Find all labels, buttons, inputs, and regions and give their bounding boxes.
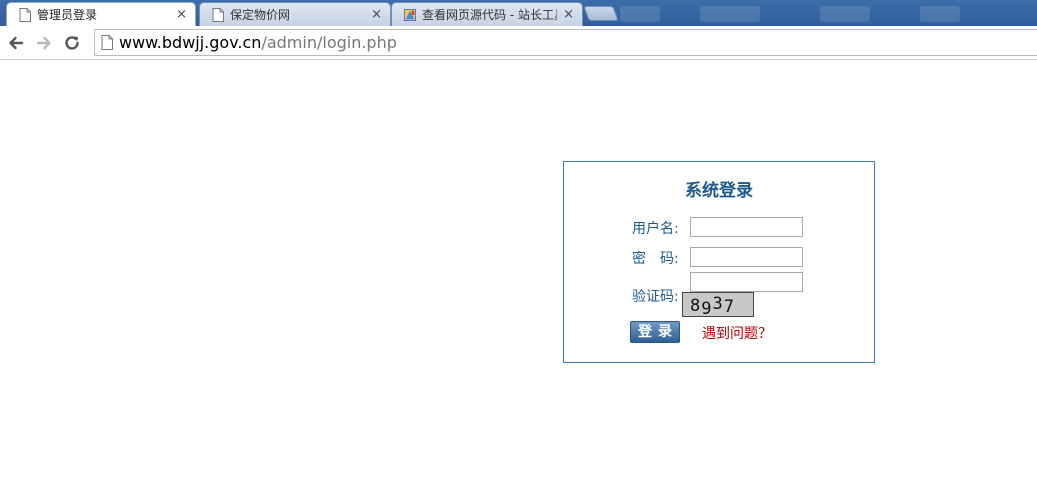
tab-title: 管理员登录 xyxy=(37,8,98,22)
tabstrip-background xyxy=(700,6,760,22)
site-favicon-icon xyxy=(404,8,416,21)
captcha-label: 验证码: xyxy=(632,289,679,305)
reload-button[interactable] xyxy=(58,29,86,57)
tab-title: 保定物价网 xyxy=(230,8,291,22)
close-tab-icon[interactable]: × xyxy=(371,8,382,21)
page-icon xyxy=(212,7,224,22)
url-host: www.bdwjj.gov.cn xyxy=(119,33,262,52)
tab-admin-login[interactable]: 管理员登录 × xyxy=(6,2,196,26)
address-bar[interactable]: www.bdwjj.gov.cn/admin/login.php xyxy=(94,29,1037,56)
page-info-icon xyxy=(101,35,113,50)
tab-price-site[interactable]: 保定物价网 × xyxy=(199,2,391,26)
captcha-char: 3 xyxy=(713,294,724,314)
forward-arrow-icon xyxy=(36,36,51,49)
captcha-char: 7 xyxy=(724,297,735,316)
captcha-char: 9 xyxy=(701,299,712,316)
captcha-text-image: 8937 xyxy=(690,294,735,319)
tabstrip-background xyxy=(620,6,660,22)
page-icon xyxy=(19,7,31,22)
captcha-char: 8 xyxy=(690,296,701,316)
forward-button[interactable] xyxy=(30,29,58,57)
svg-text:8937: 8937 xyxy=(690,294,735,316)
password-label: 密 码: xyxy=(632,251,679,267)
close-tab-icon[interactable]: × xyxy=(176,8,187,21)
login-button[interactable]: 登录 xyxy=(630,321,680,343)
tab-view-source[interactable]: 查看网页源代码 - 站长工具 × xyxy=(391,2,583,26)
new-tab-button[interactable] xyxy=(583,6,619,21)
tabstrip-background xyxy=(820,6,870,22)
password-input[interactable] xyxy=(690,247,803,267)
reload-icon xyxy=(65,35,79,50)
captcha-input[interactable] xyxy=(690,272,803,292)
help-link[interactable]: 遇到问题？ xyxy=(702,323,772,343)
url-text[interactable]: www.bdwjj.gov.cn/admin/login.php xyxy=(119,33,397,52)
username-input[interactable] xyxy=(690,217,803,237)
tab-title: 查看网页源代码 - 站长工具 xyxy=(422,8,558,22)
back-arrow-icon xyxy=(9,36,24,49)
url-path: /admin/login.php xyxy=(261,33,397,52)
back-button[interactable] xyxy=(2,29,30,57)
captcha-image[interactable]: 8937 xyxy=(682,292,754,319)
browser-toolbar: www.bdwjj.gov.cn/admin/login.php xyxy=(0,26,1037,60)
login-panel: 系统登录 用户名: 密 码: 验证码: 8937 登录 遇到问题？ xyxy=(563,161,875,363)
username-label: 用户名: xyxy=(632,221,679,237)
tab-strip: 管理员登录 × 保定物价网 × 查看网页源代码 - 站长工具 × xyxy=(0,0,1037,26)
login-title: 系统登录 xyxy=(685,181,753,201)
tabstrip-background xyxy=(920,6,960,22)
close-tab-icon[interactable]: × xyxy=(563,8,574,21)
